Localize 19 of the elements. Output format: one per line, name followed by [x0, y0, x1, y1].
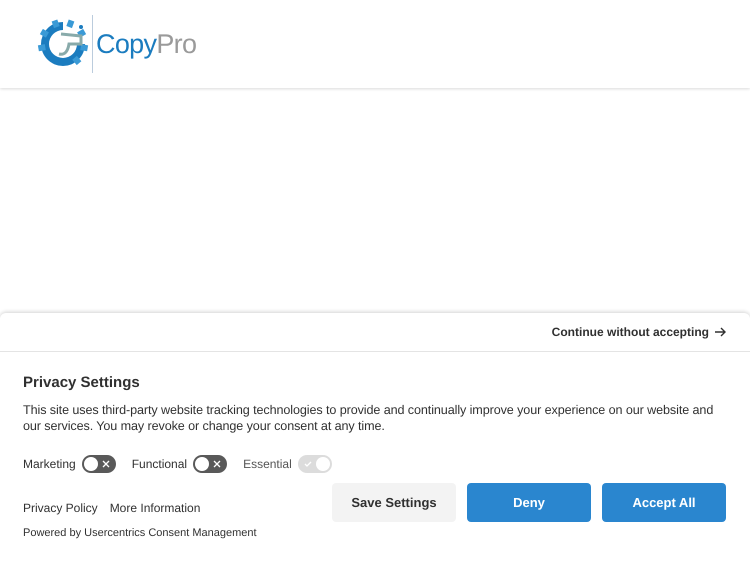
toggle-label: Functional	[132, 456, 188, 473]
toggle-switch[interactable]	[82, 455, 116, 473]
banner-button[interactable]: Deny	[467, 483, 591, 522]
close-icon	[102, 460, 110, 468]
footer-link[interactable]: More Information	[110, 499, 200, 517]
footer-link[interactable]: Privacy Policy	[23, 499, 98, 517]
banner-description: This site uses third-party website tracking technologies to provide and continually improve your experience on our website and our services. You may revoke or change your consent at any time.	[23, 402, 714, 434]
close-icon	[213, 460, 222, 468]
banner-title: Privacy Settings	[23, 374, 141, 392]
arrow-right-icon	[715, 327, 726, 337]
toggle-switch[interactable]	[193, 455, 228, 473]
check-icon	[304, 460, 312, 468]
continue-link[interactable]: Continue without accepting	[552, 323, 726, 341]
logo-text: CopyPro	[96, 28, 196, 61]
banner-button[interactable]: Save Settings	[332, 483, 456, 522]
toggle-label: Essential	[243, 456, 292, 473]
powered-by-text: Powered by Usercentrics Consent Management	[23, 526, 257, 541]
banner-button[interactable]: Accept All	[602, 483, 726, 522]
toggle-label: Marketing	[23, 456, 76, 473]
